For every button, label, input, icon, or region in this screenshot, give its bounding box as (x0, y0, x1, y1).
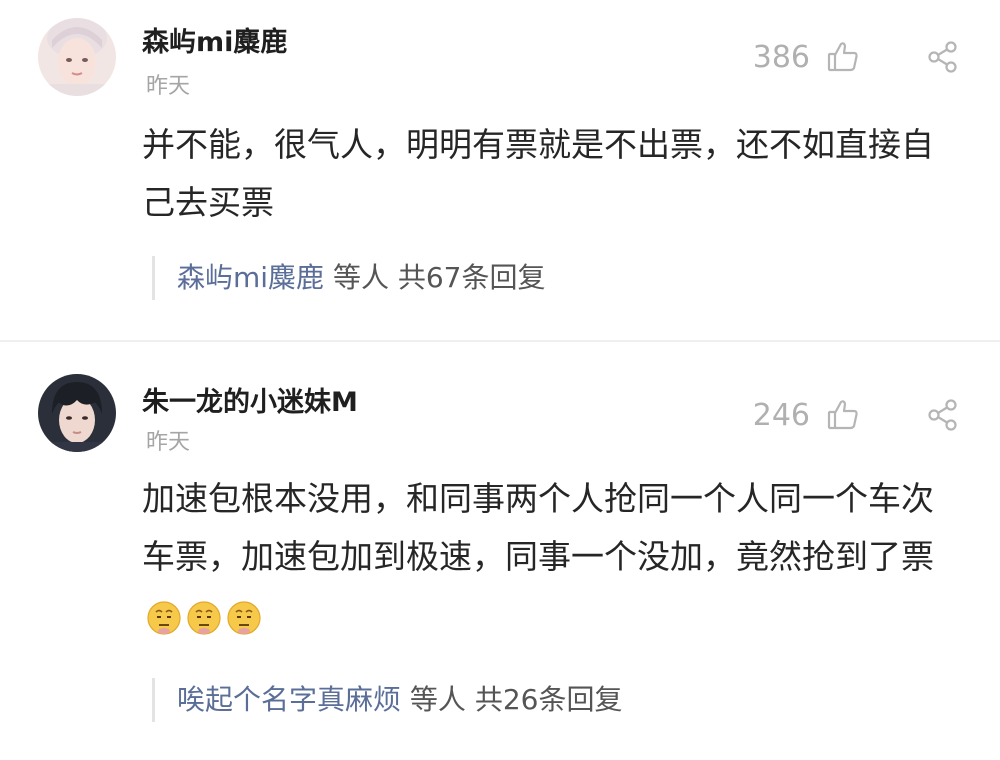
thumbs-up-icon[interactable] (826, 398, 860, 432)
comment-username[interactable]: 朱一龙的小迷妹M (142, 380, 358, 419)
reply-summary[interactable]: 森屿mi麋鹿 等人 共67条回复 (152, 256, 546, 300)
comment-text: 并不能，很气人，明明有票就是不出票，还不如直接自己去买票 (142, 125, 934, 222)
comment-time: 昨天 (146, 74, 191, 99)
share-icon[interactable] (926, 40, 960, 74)
thumbs-up-icon[interactable] (826, 40, 860, 74)
emoji-group (142, 588, 262, 646)
comment-username[interactable]: 森屿mi麋鹿 (142, 20, 287, 59)
user-avatar[interactable] (38, 18, 116, 96)
reply-summary[interactable]: 唉起个名字真麻烦 等人 共26条回复 (152, 678, 622, 722)
share-icon[interactable] (926, 398, 960, 432)
speechless-face-emoji-icon (147, 601, 181, 635)
speechless-face-emoji-icon (187, 601, 221, 635)
reply-count-text[interactable]: 等人 共67条回复 (324, 261, 546, 294)
reply-username[interactable]: 唉起个名字真麻烦 (177, 683, 401, 716)
comment-body: 加速包根本没用，和同事两个人抢同一个人同一个车次车票，加速包加到极速，同事一个没… (142, 470, 952, 646)
comment-item: 森屿mi麋鹿 昨天 386 并不能，很气人，明明有票就是不出票，还不如直接自己去… (0, 0, 1000, 340)
like-count: 386 (752, 40, 810, 75)
comment-text: 加速包根本没用，和同事两个人抢同一个人同一个车次车票，加速包加到极速，同事一个没… (142, 479, 934, 576)
comment-time: 昨天 (146, 430, 191, 455)
comment-list: 森屿mi麋鹿 昨天 386 并不能，很气人，明明有票就是不出票，还不如直接自己去… (0, 0, 1000, 760)
reply-username[interactable]: 森屿mi麋鹿 (177, 261, 324, 294)
reply-count-text[interactable]: 等人 共26条回复 (401, 683, 623, 716)
speechless-face-emoji-icon (227, 601, 261, 635)
user-avatar[interactable] (38, 374, 116, 452)
divider (0, 340, 1000, 342)
comment-body: 并不能，很气人，明明有票就是不出票，还不如直接自己去买票 (142, 116, 952, 232)
comment-item: 朱一龙的小迷妹M 昨天 246 加速包根本没用，和同事两个人抢同一个人同一个车次… (0, 352, 1000, 760)
like-count: 246 (752, 398, 810, 433)
